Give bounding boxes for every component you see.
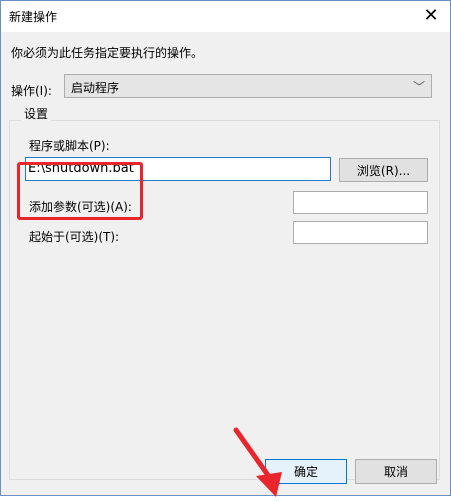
- instruction-text: 你必须为此任务指定要执行的操作。: [11, 46, 204, 60]
- close-icon: ✕: [423, 5, 439, 26]
- chevron-down-icon: ﹀: [412, 80, 425, 94]
- action-select[interactable]: 启动程序 ﹀: [64, 74, 432, 98]
- dialog-title: 新建操作: [9, 10, 58, 24]
- new-action-dialog: 新建操作 ✕ 你必须为此任务指定要执行的操作。 操作(I): 启动程序 ﹀ 设置…: [0, 0, 451, 497]
- title-bar: 新建操作 ✕: [1, 1, 450, 31]
- action-label: 操作(I):: [11, 84, 52, 98]
- program-script-input[interactable]: E:\shutdown.bat: [25, 157, 331, 181]
- settings-legend: 设置: [21, 105, 52, 122]
- browse-button[interactable]: 浏览(R)...: [339, 158, 428, 182]
- close-button[interactable]: ✕: [414, 2, 448, 30]
- start-in-input[interactable]: [293, 221, 428, 244]
- arguments-input[interactable]: [293, 191, 428, 214]
- dialog-body: 你必须为此任务指定要执行的操作。 操作(I): 启动程序 ﹀ 设置 程序或脚本(…: [1, 32, 450, 497]
- action-select-value: 启动程序: [71, 81, 120, 95]
- program-script-label: 程序或脚本(P):: [29, 139, 110, 153]
- ok-button[interactable]: 确定: [265, 459, 347, 484]
- cancel-button[interactable]: 取消: [355, 459, 437, 484]
- start-in-label: 起始于(可选)(T):: [29, 230, 120, 244]
- arguments-label: 添加参数(可选)(A):: [29, 200, 132, 214]
